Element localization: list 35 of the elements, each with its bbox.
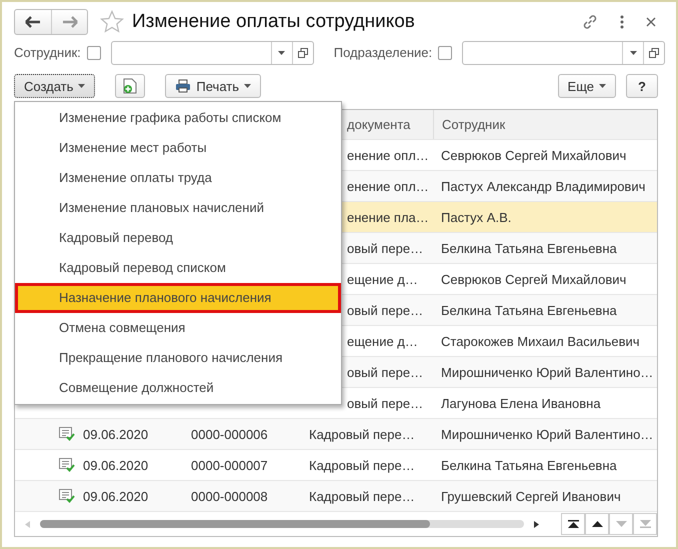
employee-cell-text: Лагунова Елена Ивановна — [440, 396, 602, 410]
employee-cell-text: Грушевский Сергей Иванович — [440, 488, 622, 504]
type-cell-text: овый пере… — [346, 240, 424, 256]
filter-label: Подразделение: — [334, 45, 432, 60]
column-header: Сотрудник — [433, 110, 657, 139]
date-cell: 09.06.2020 — [83, 458, 148, 472]
type-cell-text: ещение д… — [346, 272, 419, 286]
type-cell-text: Кадровый пере… — [309, 426, 416, 442]
employee-cell-text: Старокожев Михаил Васильевич — [440, 334, 641, 348]
type-cell-text: овый пере… — [346, 364, 424, 380]
employee-cell-text: Пастух А.В. — [440, 210, 512, 224]
employee-cell-text: Мирошниченко Юрий Валентино… — [440, 364, 654, 380]
type-cell-text: енение опл… — [346, 178, 430, 194]
filter-label: Сотрудник: — [14, 45, 81, 60]
employee-cell-text: Белкина Татьяна Евгеньевна — [440, 240, 618, 256]
employee-cell-text: Белкина Татьяна Евгеньевна — [440, 302, 618, 318]
number-cell-text: 0000-000008 — [191, 488, 269, 504]
employee-cell-text: Севрюков Сергей Михайлович — [440, 148, 628, 162]
number-cell-text: 0000-000007 — [191, 458, 269, 472]
type-cell-text: енение опл… — [346, 148, 430, 162]
window-title: Изменение оплаты сотрудников — [132, 10, 415, 33]
employee-cell-text: Пастух Александр Владимирович — [440, 178, 646, 194]
employee-cell-text: Мирошниченко Юрий Валентино… — [440, 426, 654, 442]
type-cell-text: овый пере… — [346, 302, 424, 318]
type-cell-text: Кадровый пере… — [309, 488, 416, 504]
type-cell-text: Кадровый пере… — [309, 458, 416, 472]
type-cell-text: енение пла… — [346, 210, 430, 224]
date-cell: 09.06.2020 — [83, 426, 148, 442]
employee-cell-text: Севрюков Сергей Михайлович — [440, 272, 628, 286]
employee-cell-text: Белкина Татьяна Евгеньевна — [440, 458, 618, 472]
column-header: документа — [346, 117, 412, 132]
number-cell-text: 0000-000006 — [191, 426, 269, 442]
date-cell: 09.06.2020 — [83, 488, 148, 504]
type-cell-text: овый пере… — [346, 396, 424, 410]
type-cell-text: ещение д… — [346, 334, 419, 348]
